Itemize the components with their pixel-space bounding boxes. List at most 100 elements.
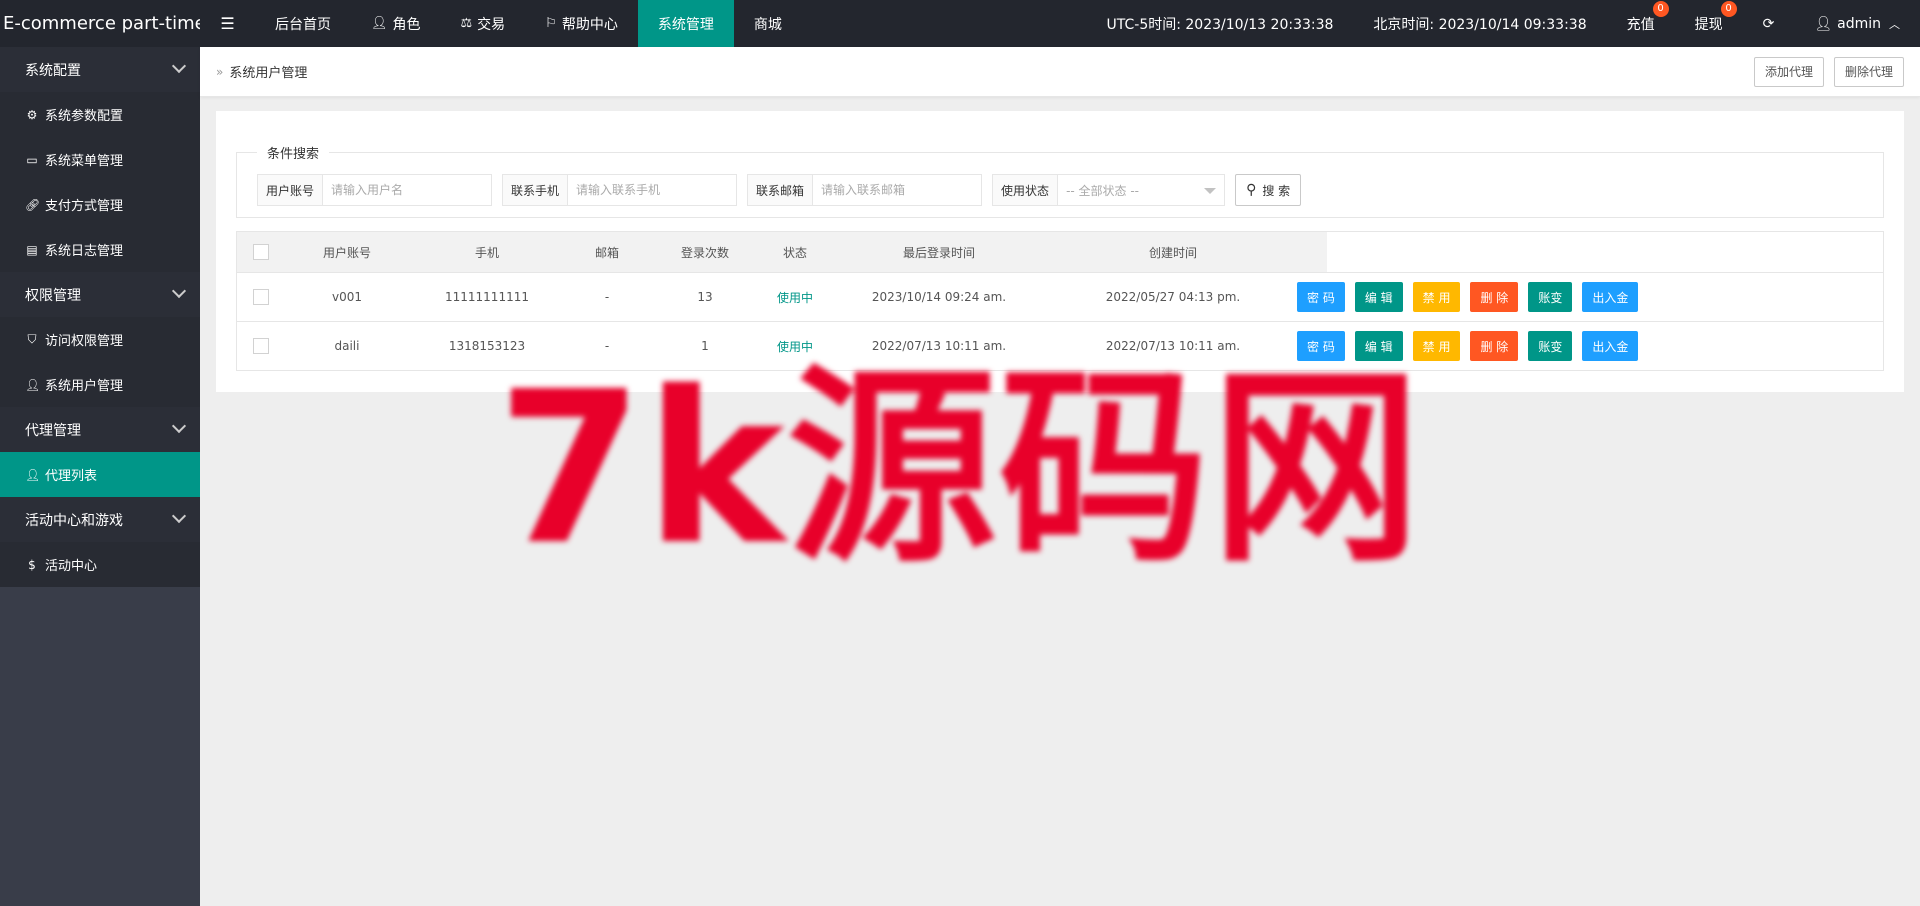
log-icon: ▤ — [26, 242, 38, 257]
mail-field: 联系邮箱 — [747, 174, 983, 206]
sidebar-item-menus[interactable]: ▭ 系统菜单管理 — [0, 137, 200, 182]
disable-button[interactable]: 禁 用 — [1412, 282, 1461, 312]
recharge-link[interactable]: 充值 0 — [1607, 0, 1675, 47]
header-logins: 登录次数 — [680, 245, 729, 260]
status-badge: 使用中 — [776, 339, 813, 354]
add-agent-button[interactable]: 添加代理 — [1753, 56, 1824, 87]
withdraw-badge: 0 — [1720, 1, 1737, 17]
chevron-up-icon: ︿ — [1889, 17, 1900, 31]
search-row: 用户账号 联系手机 联系邮箱 使用状态 -- 全部状态 -- ⚲搜 索 — [257, 174, 1302, 206]
sidebar: 系统配置 ⚙ 系统参数配置 ▭ 系统菜单管理 🔗︎ 支付方式管理 ▤ 系统日志管理 权限… — [0, 47, 200, 906]
table-row: v001 11111111111 - 13 使用中 2023/10/14 09:… — [237, 272, 1883, 321]
row-actions: 密 码 编 辑 禁 用 删 除 账变 出入金 — [1297, 282, 1639, 312]
scale-icon: ⚖ — [460, 16, 473, 31]
status-badge: 使用中 — [776, 290, 813, 305]
header-phone: 手机 — [474, 245, 499, 260]
sidebar-item-sysusers[interactable]: 👤︎ 系统用户管理 — [0, 362, 200, 407]
sidebar-item-payment[interactable]: 🔗︎ 支付方式管理 — [0, 182, 200, 227]
mail-input[interactable] — [812, 174, 983, 206]
user-icon: 👤︎ — [371, 16, 388, 31]
double-chevron-right-icon: » — [216, 64, 224, 79]
password-button[interactable]: 密 码 — [1297, 331, 1345, 361]
nav-item-system[interactable]: 系统管理 — [637, 0, 734, 47]
search-button[interactable]: ⚲ 搜 索 — [1235, 174, 1302, 206]
row-checkbox[interactable] — [253, 338, 269, 354]
shield-icon: ⛉ — [27, 332, 37, 346]
row-actions: 密 码 编 辑 禁 用 删 除 账变 出入金 — [1297, 331, 1639, 361]
agent-table: 用户账号 手机 邮箱 登录次数 状态 最后登录时间 创建时间 v001 1111… — [236, 231, 1884, 371]
status-field: 使用状态 -- 全部状态 -- — [992, 174, 1226, 206]
fund-inout-button[interactable]: 出入金 — [1582, 331, 1639, 361]
header-account: 用户账号 — [322, 245, 371, 260]
menu-toggle-icon[interactable]: ☰ — [200, 0, 255, 47]
row-checkbox[interactable] — [253, 289, 269, 305]
balance-change-button[interactable]: 账变 — [1528, 331, 1573, 361]
header-status: 状态 — [782, 245, 807, 260]
edit-button[interactable]: 编 辑 — [1354, 282, 1403, 312]
disable-button[interactable]: 禁 用 — [1412, 331, 1461, 361]
caret-down-icon — [1204, 188, 1217, 194]
delete-button[interactable]: 删 除 — [1470, 282, 1519, 312]
nav-item-mall[interactable]: 商城 — [734, 0, 802, 47]
sidebar-item-agent-list[interactable]: 👤︎ 代理列表 — [0, 452, 200, 497]
fund-inout-button[interactable]: 出入金 — [1582, 282, 1639, 312]
user-icon: 👤︎ — [25, 377, 41, 392]
beijing-time: 北京时间: 2023/10/14 09:33:38 — [1373, 16, 1587, 33]
phone-field: 联系手机 — [502, 174, 738, 206]
status-select[interactable]: -- 全部状态 -- — [1057, 174, 1226, 206]
user-icon: 👤︎ — [1814, 15, 1833, 32]
link-icon: 🔗︎ — [25, 197, 41, 212]
nav-item-trade[interactable]: ⚖ 交易 — [441, 0, 526, 47]
password-button[interactable]: 密 码 — [1297, 282, 1345, 312]
flag-icon: ⚐ — [545, 16, 557, 31]
sidebar-group-agent[interactable]: 代理管理 — [0, 407, 200, 452]
header-actions: 添加代理 删除代理 — [1753, 56, 1920, 87]
window-icon: ▭ — [26, 152, 38, 167]
top-bar: E-commerce part-time ☰ 后台首页 👤︎ 角色 ⚖ 交易 ⚐ 帮助… — [0, 0, 1920, 47]
account-field: 用户账号 — [257, 174, 493, 206]
chevron-down-icon — [171, 283, 187, 299]
account-input[interactable] — [322, 174, 493, 206]
table-header: 用户账号 手机 邮箱 登录次数 状态 最后登录时间 创建时间 — [237, 232, 1883, 272]
delete-button[interactable]: 删 除 — [1470, 331, 1519, 361]
gear-icon: ⚙ — [26, 107, 38, 122]
delete-agent-button[interactable]: 删除代理 — [1833, 56, 1904, 87]
refresh-icon[interactable]: ⟳ — [1743, 0, 1795, 47]
nav-item-role[interactable]: 👤︎ 角色 — [351, 0, 441, 47]
balance-change-button[interactable]: 账变 — [1528, 282, 1573, 312]
utc-time: UTC-5时间: 2023/10/13 20:33:38 — [1106, 16, 1334, 33]
page-title: 系统用户管理 — [229, 66, 308, 81]
sidebar-item-access[interactable]: ⛉ 访问权限管理 — [0, 317, 200, 362]
content-card: 条件搜索 用户账号 联系手机 联系邮箱 使用状态 -- 全部状态 -- — [216, 111, 1904, 392]
brand-title: E-commerce part-time — [3, 13, 200, 34]
withdraw-link[interactable]: 提现 0 — [1675, 0, 1743, 47]
header-created: 创建时间 — [1148, 245, 1197, 260]
dollar-icon: $ — [28, 557, 36, 572]
phone-input[interactable] — [567, 174, 738, 206]
user-icon: 👤︎ — [25, 467, 41, 482]
sidebar-item-params[interactable]: ⚙ 系统参数配置 — [0, 92, 200, 137]
search-icon: ⚲ — [1246, 182, 1257, 198]
search-panel: 条件搜索 用户账号 联系手机 联系邮箱 使用状态 -- 全部状态 -- — [236, 143, 1884, 218]
top-right-area: UTC-5时间: 2023/10/13 20:33:38 北京时间: 2023/… — [1087, 0, 1920, 47]
nav-item-help[interactable]: ⚐ 帮助中心 — [525, 0, 638, 47]
sidebar-group-config[interactable]: 系统配置 — [0, 47, 200, 92]
sidebar-item-activity[interactable]: $ 活动中心 — [0, 542, 200, 587]
sidebar-group-permission[interactable]: 权限管理 — [0, 272, 200, 317]
recharge-badge: 0 — [1652, 1, 1669, 17]
breadcrumb: » 系统用户管理 添加代理 删除代理 — [200, 47, 1920, 97]
chevron-down-icon — [171, 508, 187, 524]
nav-item-home[interactable]: 后台首页 — [255, 0, 351, 47]
search-legend: 条件搜索 — [267, 147, 320, 162]
main-content: » 系统用户管理 添加代理 删除代理 条件搜索 用户账号 联系手机 联系邮箱 — [200, 47, 1920, 906]
header-last-login: 最后登录时间 — [902, 245, 975, 260]
table-row: daili 1318153123 - 1 使用中 2022/07/13 10:1… — [237, 321, 1883, 370]
chevron-down-icon — [171, 418, 187, 434]
top-nav: 后台首页 👤︎ 角色 ⚖ 交易 ⚐ 帮助中心 系统管理 商城 — [255, 0, 802, 47]
sidebar-group-activity[interactable]: 活动中心和游戏 — [0, 497, 200, 542]
sidebar-item-logs[interactable]: ▤ 系统日志管理 — [0, 227, 200, 272]
edit-button[interactable]: 编 辑 — [1354, 331, 1403, 361]
user-menu[interactable]: 👤︎ admin ︿ — [1794, 0, 1920, 47]
header-mail: 邮箱 — [594, 245, 619, 260]
select-all-checkbox[interactable] — [253, 244, 269, 260]
